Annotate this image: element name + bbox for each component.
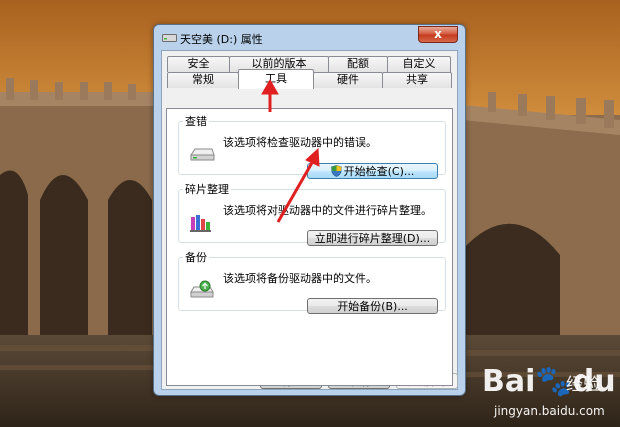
- defrag-icon: [190, 215, 211, 232]
- backup-description: 该选项将备份驱动器中的文件。: [223, 272, 377, 285]
- backup-title: 备份: [185, 251, 207, 264]
- defrag-title: 碎片整理: [185, 183, 229, 196]
- tab-sharing[interactable]: 共享: [382, 72, 452, 88]
- uac-shield-icon: [330, 165, 342, 177]
- tab-quota[interactable]: 配额: [328, 56, 388, 72]
- start-check-label: 开始检查(C)...: [343, 165, 415, 178]
- error-checking-description: 该选项将检查驱动器中的错误。: [223, 136, 377, 149]
- close-button[interactable]: x: [418, 26, 458, 43]
- title-bar[interactable]: 天空美 (D:) 属性 x: [154, 25, 465, 50]
- tab-security[interactable]: 安全: [167, 56, 230, 72]
- window-title: 天空美 (D:) 属性: [180, 33, 263, 46]
- watermark-url: jingyan.baidu.com: [494, 404, 605, 418]
- defrag-description: 该选项将对驱动器中的文件进行碎片整理。: [223, 204, 432, 217]
- error-checking-group: 查错 该选项将检查驱动器中的错误。 开始检查(C)...: [178, 113, 446, 179]
- watermark-jingyan: 经验: [566, 375, 600, 395]
- error-checking-title: 查错: [185, 115, 207, 128]
- tab-customize[interactable]: 自定义: [387, 56, 451, 72]
- dialog-client-area: 安全 以前的版本 配额 自定义 常规 工具 硬件 共享 查错 该选项将检查驱动器…: [161, 50, 458, 390]
- start-backup-button[interactable]: 开始备份(B)...: [307, 298, 438, 314]
- properties-dialog: 天空美 (D:) 属性 x 安全 以前的版本 配额 自定义 常规 工具 硬件 共…: [153, 24, 466, 396]
- tab-general[interactable]: 常规: [167, 72, 239, 88]
- tab-tools[interactable]: 工具: [238, 69, 314, 89]
- hard-drive-icon: [190, 148, 215, 161]
- tab-hardware[interactable]: 硬件: [313, 72, 383, 88]
- tools-tab-panel: 查错 该选项将检查驱动器中的错误。 开始检查(C)... 碎片整理 该选项将对驱…: [166, 108, 453, 386]
- backup-group: 备份 该选项将备份驱动器中的文件。 开始备份(B)...: [178, 249, 446, 314]
- backup-icon: [190, 280, 214, 298]
- drive-icon: [162, 34, 177, 42]
- start-check-button[interactable]: 开始检查(C)...: [307, 163, 438, 179]
- defrag-group: 碎片整理 该选项将对驱动器中的文件进行碎片整理。 立即进行碎片整理(D)...: [178, 181, 446, 246]
- defrag-now-button[interactable]: 立即进行碎片整理(D)...: [307, 230, 438, 246]
